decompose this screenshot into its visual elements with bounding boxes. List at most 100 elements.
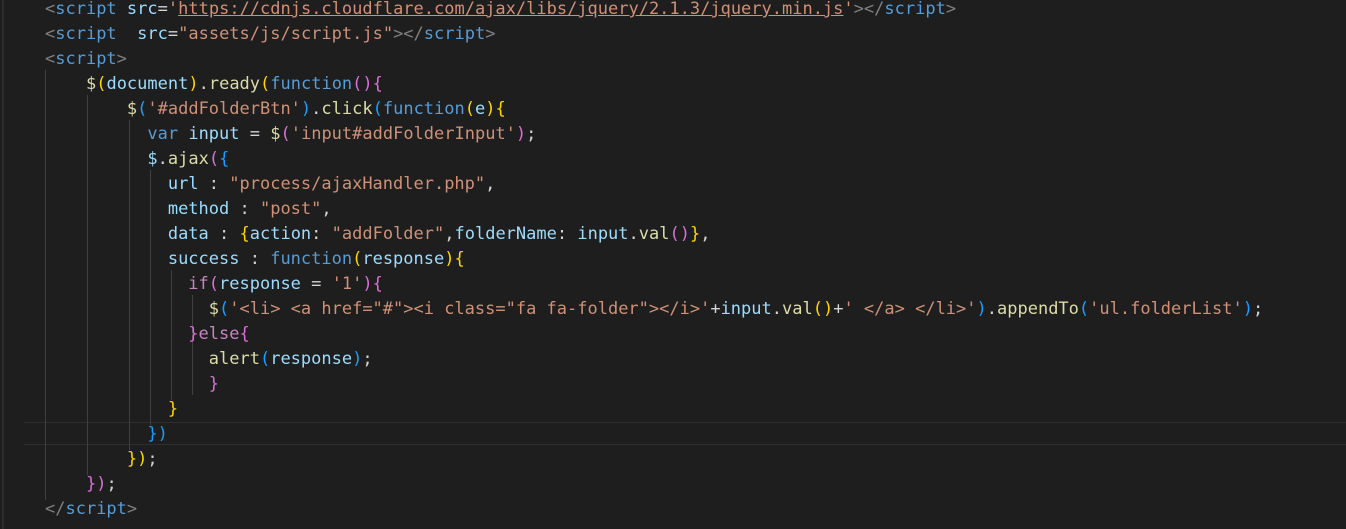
code-token: . — [771, 299, 782, 319]
code-line[interactable]: data : {action: "addFolder",folderName: … — [45, 222, 711, 247]
code-token: script — [423, 24, 486, 44]
code-token: : — [311, 224, 332, 244]
code-token: { — [219, 149, 230, 169]
code-token: '1' — [331, 274, 363, 294]
code-token: { — [372, 74, 383, 94]
code-token: function — [382, 99, 465, 119]
code-token: > — [945, 0, 957, 19]
code-token: else — [198, 324, 240, 344]
code-token: ( — [96, 74, 107, 94]
code-line[interactable]: }) — [45, 422, 167, 447]
code-token: "process/ajaxHandler.php" — [229, 174, 486, 194]
code-token: response — [270, 349, 353, 369]
code-token: . — [628, 224, 639, 244]
code-token: "post" — [259, 199, 322, 219]
code-line[interactable]: }); — [45, 447, 158, 472]
code-token: action — [249, 224, 312, 244]
code-token: } — [167, 399, 179, 419]
code-token: . — [311, 99, 322, 119]
code-line[interactable]: <script src='https://cdnjs.cloudflare.co… — [45, 0, 956, 22]
code-token: method — [167, 199, 230, 219]
code-line[interactable]: if(response = '1'){ — [45, 272, 383, 297]
code-token: $ — [147, 149, 158, 169]
code-token: 'ul.folderList' — [1089, 299, 1243, 319]
code-token: . — [198, 74, 209, 94]
code-token: ) — [362, 274, 373, 294]
code-token: ; — [362, 349, 373, 369]
code-token: + — [710, 299, 721, 319]
code-token: , — [700, 224, 711, 244]
code-token: script — [55, 24, 117, 44]
code-token: https://cdnjs.cloudflare.com/ajax/libs/j… — [178, 0, 844, 19]
code-line[interactable]: }else{ — [45, 322, 250, 347]
code-token: ) — [300, 99, 312, 119]
code-token: () — [352, 74, 373, 94]
code-token: , — [444, 224, 455, 244]
code-line[interactable]: $(document).ready(function(){ — [45, 72, 383, 97]
code-token: : — [198, 174, 230, 194]
code-token: src — [126, 0, 158, 19]
code-line[interactable]: }); — [45, 472, 117, 497]
code-token: > — [126, 499, 138, 519]
code-token: ; — [147, 449, 158, 469]
code-token: ( — [464, 99, 475, 119]
code-token: ) — [352, 349, 363, 369]
code-token: ( — [219, 299, 230, 319]
code-token: = — [300, 274, 332, 294]
code-token: ajax — [167, 149, 209, 169]
code-token: $ — [208, 299, 220, 319]
code-line[interactable]: $('<li> <a href="#"><i class="fa fa-fold… — [45, 297, 1263, 322]
code-line[interactable]: $('#addFolderBtn').click(function(e){ — [45, 97, 506, 122]
code-token: input — [577, 224, 629, 244]
code-line[interactable]: <script src="assets/js/script.js"></scri… — [45, 22, 495, 47]
code-line[interactable]: } — [45, 372, 219, 397]
code-token: script — [55, 0, 117, 19]
code-token: '<li> <a href="#"><i class="fa fa-folder… — [229, 299, 711, 319]
code-line[interactable]: $.ajax({ — [45, 147, 229, 172]
code-token: ready — [208, 74, 261, 94]
code-line[interactable]: success : function(response){ — [45, 247, 465, 272]
code-token: input — [720, 299, 772, 319]
code-token: 'input#addFolderInput' — [290, 124, 516, 144]
code-token: , — [485, 174, 496, 194]
code-line[interactable]: url : "process/ajaxHandler.php", — [45, 172, 496, 197]
code-token: script — [55, 49, 117, 69]
code-token: = — [157, 0, 168, 19]
code-token: url — [167, 174, 199, 194]
code-line[interactable]: method : "post", — [45, 197, 332, 222]
code-token: if — [188, 274, 209, 294]
code-line[interactable]: alert(response); — [45, 347, 373, 372]
code-token: = — [239, 124, 271, 144]
code-token: . — [986, 299, 998, 319]
code-line[interactable]: <script> — [45, 47, 127, 72]
code-token: > — [116, 49, 127, 69]
code-token: input — [188, 124, 240, 144]
code-token: success — [167, 249, 240, 269]
code-token: response — [219, 274, 301, 294]
code-token: ; — [1252, 299, 1264, 319]
code-line[interactable]: var input = $('input#addFolderInput'); — [45, 122, 536, 147]
code-token: ' </a> </li>' — [843, 299, 977, 319]
code-line[interactable]: } — [45, 397, 178, 422]
code-token: $ — [126, 99, 138, 119]
code-token: } — [689, 224, 701, 244]
code-editor[interactable]: <script src='https://cdnjs.cloudflare.co… — [0, 0, 1346, 529]
code-token: . — [157, 149, 168, 169]
code-token: { — [239, 324, 250, 344]
code-line[interactable]: </script> — [45, 497, 137, 522]
code-token: ( — [208, 149, 220, 169]
code-token: ; — [106, 474, 117, 494]
